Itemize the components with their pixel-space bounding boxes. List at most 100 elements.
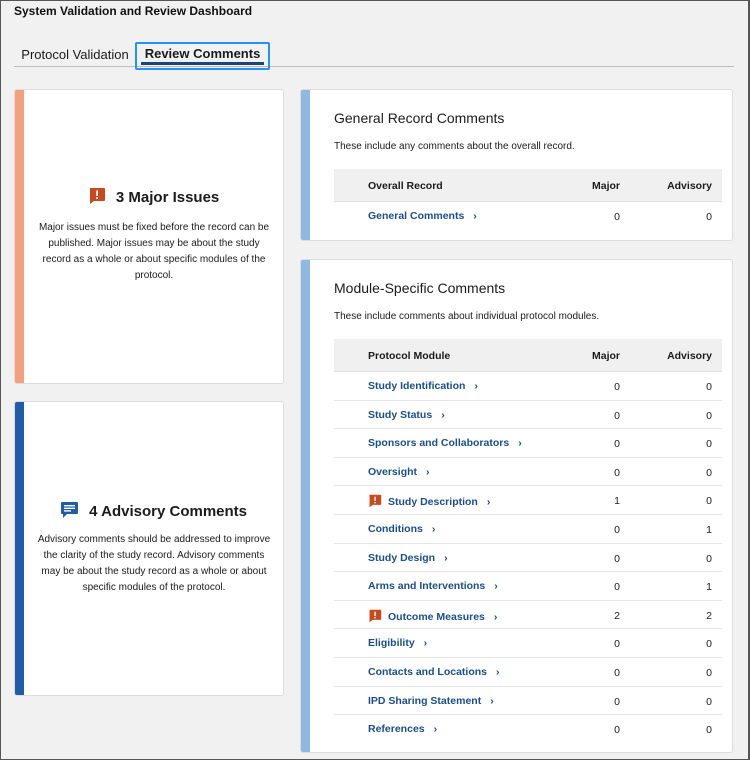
chevron-right-icon: ›	[433, 723, 438, 736]
chevron-right-icon: ›	[444, 551, 448, 564]
chevron-right-icon: ›	[441, 408, 445, 421]
general-comments-table: Overall Record Major Advisory General Co…	[334, 169, 722, 231]
module-link-eligibility[interactable]: Eligibility ›	[368, 637, 427, 649]
row-label: Conditions	[368, 522, 423, 535]
chevron-right-icon: ›	[486, 496, 491, 509]
table-header: Protocol Module Major Advisory	[334, 339, 722, 372]
major-count: 0	[614, 523, 620, 536]
module-link-conditions[interactable]: Conditions ›	[368, 523, 435, 535]
advisory-count: 0	[706, 724, 712, 737]
chevron-right-icon: ›	[493, 610, 498, 623]
module-link-outcome-measures[interactable]: Outcome Measures ›	[368, 609, 497, 626]
table-row: References › 0 0	[334, 715, 722, 744]
advisory-count: 0	[706, 211, 712, 223]
module-link-study-description[interactable]: Study Description ›	[368, 494, 490, 511]
major-count: 0	[614, 381, 620, 393]
tab-review-comments[interactable]: Review Comments	[135, 42, 270, 70]
advisory-count: 0	[706, 666, 712, 679]
row-label: General Comments	[368, 210, 465, 222]
advisory-count: 0	[706, 495, 712, 508]
major-count: 0	[614, 552, 620, 565]
table-row: Eligibility › 0 0	[334, 629, 722, 658]
major-count: 0	[614, 724, 620, 737]
general-comments-link[interactable]: General Comments ›	[368, 210, 477, 222]
table-row: Oversight › 0 0	[334, 458, 722, 487]
general-comments-accent-bar	[301, 90, 310, 240]
module-link-study-status[interactable]: Study Status ›	[368, 409, 445, 421]
row-label: IPD Sharing Statement	[368, 694, 482, 707]
module-comments-accent-bar	[301, 260, 310, 752]
module-link-study-design[interactable]: Study Design ›	[368, 552, 448, 564]
advisory-count: 0	[706, 638, 712, 651]
exclamation-icon	[88, 187, 106, 209]
major-count: 0	[614, 466, 620, 479]
advisory-count: 2	[706, 609, 712, 622]
exclamation-icon	[368, 609, 382, 626]
advisory-count: 0	[706, 381, 712, 393]
table-row: Study Identification › 0 0	[334, 372, 722, 401]
tab-review-comments-label: Review Comments	[144, 46, 261, 61]
general-comments-description: These include any comments about the ove…	[334, 141, 575, 152]
row-label: Study Description	[388, 496, 478, 509]
general-comments-title: General Record Comments	[334, 110, 505, 126]
module-comments-title: Module-Specific Comments	[334, 280, 506, 296]
major-count: 0	[614, 638, 620, 651]
module-link-references[interactable]: References ›	[368, 723, 437, 735]
module-link-sponsors-and-collaborators[interactable]: Sponsors and Collaborators ›	[368, 437, 522, 449]
table-row: Conditions › 0 1	[334, 515, 722, 544]
table-row: Arms and Interventions › 0 1	[334, 572, 722, 601]
major-issues-accent-bar	[15, 90, 24, 383]
chevron-right-icon: ›	[518, 437, 522, 450]
advisory-count: 0	[706, 466, 712, 479]
column-header-overall-record: Overall Record	[368, 180, 443, 192]
row-label: Study Status	[368, 408, 433, 421]
row-label: Contacts and Locations	[368, 665, 488, 678]
chevron-right-icon: ›	[473, 210, 477, 222]
advisory-comments-title: 4 Advisory Comments	[89, 503, 247, 520]
chevron-right-icon: ›	[423, 637, 428, 650]
row-label: References	[368, 723, 425, 736]
chevron-right-icon: ›	[431, 522, 436, 535]
major-count: 0	[614, 409, 620, 422]
chevron-right-icon: ›	[494, 580, 498, 593]
comment-icon	[60, 501, 79, 523]
column-header-major: Major	[591, 180, 620, 192]
module-link-arms-and-interventions[interactable]: Arms and Interventions ›	[368, 580, 498, 592]
module-comments-description: These include comments about individual …	[334, 311, 600, 322]
column-header-advisory: Advisory	[667, 350, 712, 362]
row-label: Outcome Measures	[388, 610, 485, 623]
row-label: Study Design	[368, 551, 436, 564]
row-label: Arms and Interventions	[368, 580, 486, 593]
column-header-advisory: Advisory	[667, 180, 712, 192]
table-header: Overall Record Major Advisory	[334, 169, 722, 202]
chevron-right-icon: ›	[490, 694, 494, 707]
chevron-right-icon: ›	[474, 380, 478, 392]
module-link-ipd-sharing-statement[interactable]: IPD Sharing Statement ›	[368, 695, 494, 707]
module-link-oversight[interactable]: Oversight ›	[368, 466, 430, 478]
chevron-right-icon: ›	[496, 665, 500, 678]
table-row: Study Design › 0 0	[334, 544, 722, 573]
major-count: 0	[614, 581, 620, 594]
general-comments-card: General Record Comments These include an…	[300, 89, 733, 241]
major-count: 1	[614, 495, 620, 508]
tab-protocol-validation[interactable]: Protocol Validation	[14, 41, 136, 68]
app-title: System Validation and Review Dashboard	[14, 4, 253, 18]
major-count: 0	[614, 666, 620, 679]
major-count: 2	[614, 609, 620, 622]
column-header-major: Major	[591, 350, 620, 362]
active-tab-indicator	[141, 62, 264, 65]
advisory-count: 1	[706, 523, 712, 536]
advisory-comments-accent-bar	[15, 402, 24, 695]
major-issues-heading: 3 Major Issues	[24, 187, 283, 209]
row-label: Study Identification	[368, 380, 466, 392]
row-label: Eligibility	[368, 637, 415, 650]
module-link-contacts-and-locations[interactable]: Contacts and Locations ›	[368, 666, 500, 678]
module-link-study-identification[interactable]: Study Identification ›	[368, 380, 478, 392]
major-issues-title: 3 Major Issues	[115, 189, 220, 206]
advisory-count: 0	[706, 552, 712, 565]
advisory-comments-heading: 4 Advisory Comments	[24, 501, 283, 523]
major-issues-description: Major issues must be fixed before the re…	[38, 222, 270, 281]
table-row: Contacts and Locations › 0 0	[334, 658, 722, 687]
column-header-protocol-module: Protocol Module	[368, 350, 451, 362]
table-row: IPD Sharing Statement › 0 0	[334, 687, 722, 716]
